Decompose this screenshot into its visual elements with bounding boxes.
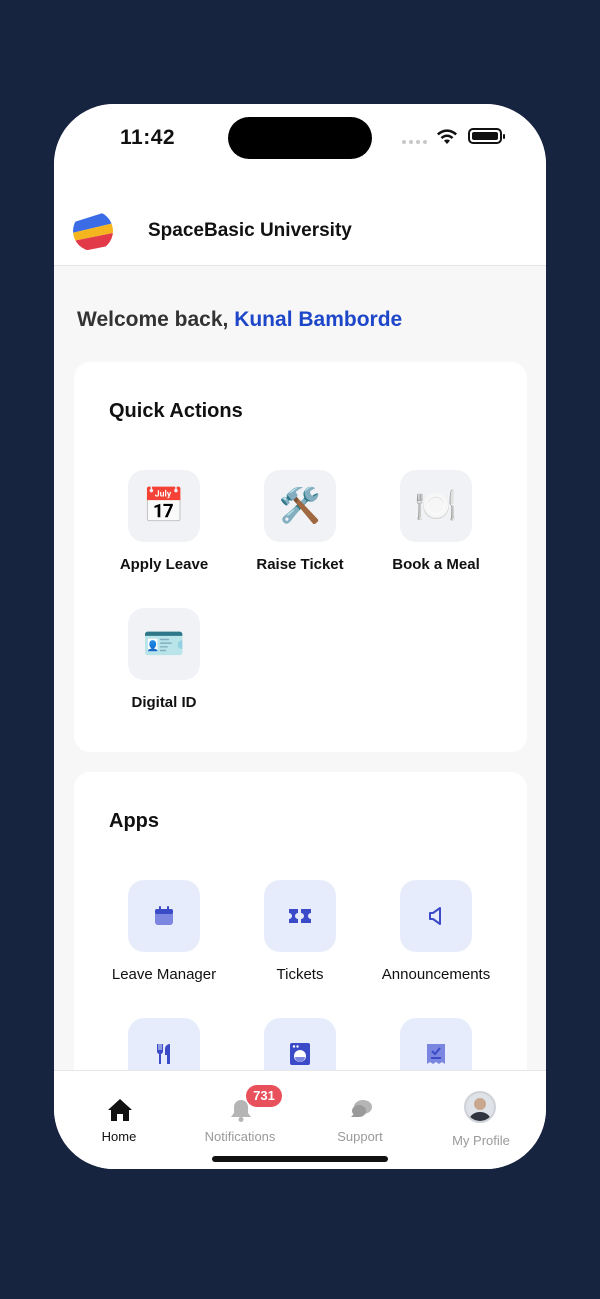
app-label: Leave Manager — [111, 966, 217, 983]
avatar[interactable] — [464, 1091, 496, 1123]
home-indicator[interactable] — [212, 1156, 388, 1162]
status-time: 11:42 — [120, 126, 176, 149]
app-leave-manager[interactable]: Leave Manager — [94, 880, 234, 983]
welcome-prefix: Welcome back, — [77, 308, 235, 331]
organization-name: SpaceBasic University — [148, 220, 352, 241]
spacebasic-logo-icon — [73, 211, 113, 251]
nav-profile-label: My Profile — [452, 1133, 510, 1148]
home-icon — [108, 1099, 132, 1121]
user-name: Kunal Bamborde — [234, 308, 403, 331]
app-label: Announcements — [381, 966, 491, 983]
id-card-icon: 🪪 — [128, 608, 200, 680]
quick-actions-card: Quick Actions 📅 Apply Leave 🛠️ Raise Tic… — [74, 362, 527, 752]
quick-action-label: Digital ID — [131, 694, 197, 711]
app-label: Tickets — [276, 966, 324, 983]
nav-support-label: Support — [337, 1129, 383, 1144]
quick-action-book-meal[interactable]: 🍽️ Book a Meal — [366, 470, 506, 573]
app-tickets[interactable]: Tickets — [230, 880, 370, 983]
dynamic-island — [228, 117, 372, 159]
ticket-icon — [264, 880, 336, 952]
quick-action-label: Apply Leave — [119, 556, 209, 573]
app-announcements[interactable]: Announcements — [366, 880, 506, 983]
phone-frame: 11:42 SpaceBasic University Welcome back… — [54, 104, 546, 1169]
notification-count-badge: 731 — [246, 1085, 282, 1107]
battery-icon — [468, 128, 505, 144]
calendar-icon — [128, 880, 200, 952]
tools-icon: 🛠️ — [264, 470, 336, 542]
quick-action-raise-ticket[interactable]: 🛠️ Raise Ticket — [230, 470, 370, 573]
quick-action-label: Raise Ticket — [256, 556, 344, 573]
nav-home-label: Home — [101, 1129, 137, 1144]
app-header: SpaceBasic University — [54, 170, 546, 266]
apps-title: Apps — [109, 810, 159, 832]
calendar-icon: 📅 — [128, 470, 200, 542]
welcome-message: Welcome back, Kunal Bamborde — [77, 308, 402, 332]
cellular-signal-icon — [402, 140, 427, 144]
chat-bubbles-icon — [351, 1100, 372, 1117]
quick-action-apply-leave[interactable]: 📅 Apply Leave — [94, 470, 234, 573]
quick-actions-title: Quick Actions — [109, 400, 243, 422]
wifi-icon — [437, 129, 457, 144]
megaphone-icon — [400, 880, 472, 952]
nav-notifications-label: Notifications — [204, 1129, 276, 1144]
quick-action-digital-id[interactable]: 🪪 Digital ID — [94, 608, 234, 711]
bottom-nav: Home Notifications 731 Support My Profil… — [54, 1070, 546, 1169]
plate-icon: 🍽️ — [400, 470, 472, 542]
quick-action-label: Book a Meal — [392, 556, 480, 573]
status-bar: 11:42 — [54, 104, 546, 170]
